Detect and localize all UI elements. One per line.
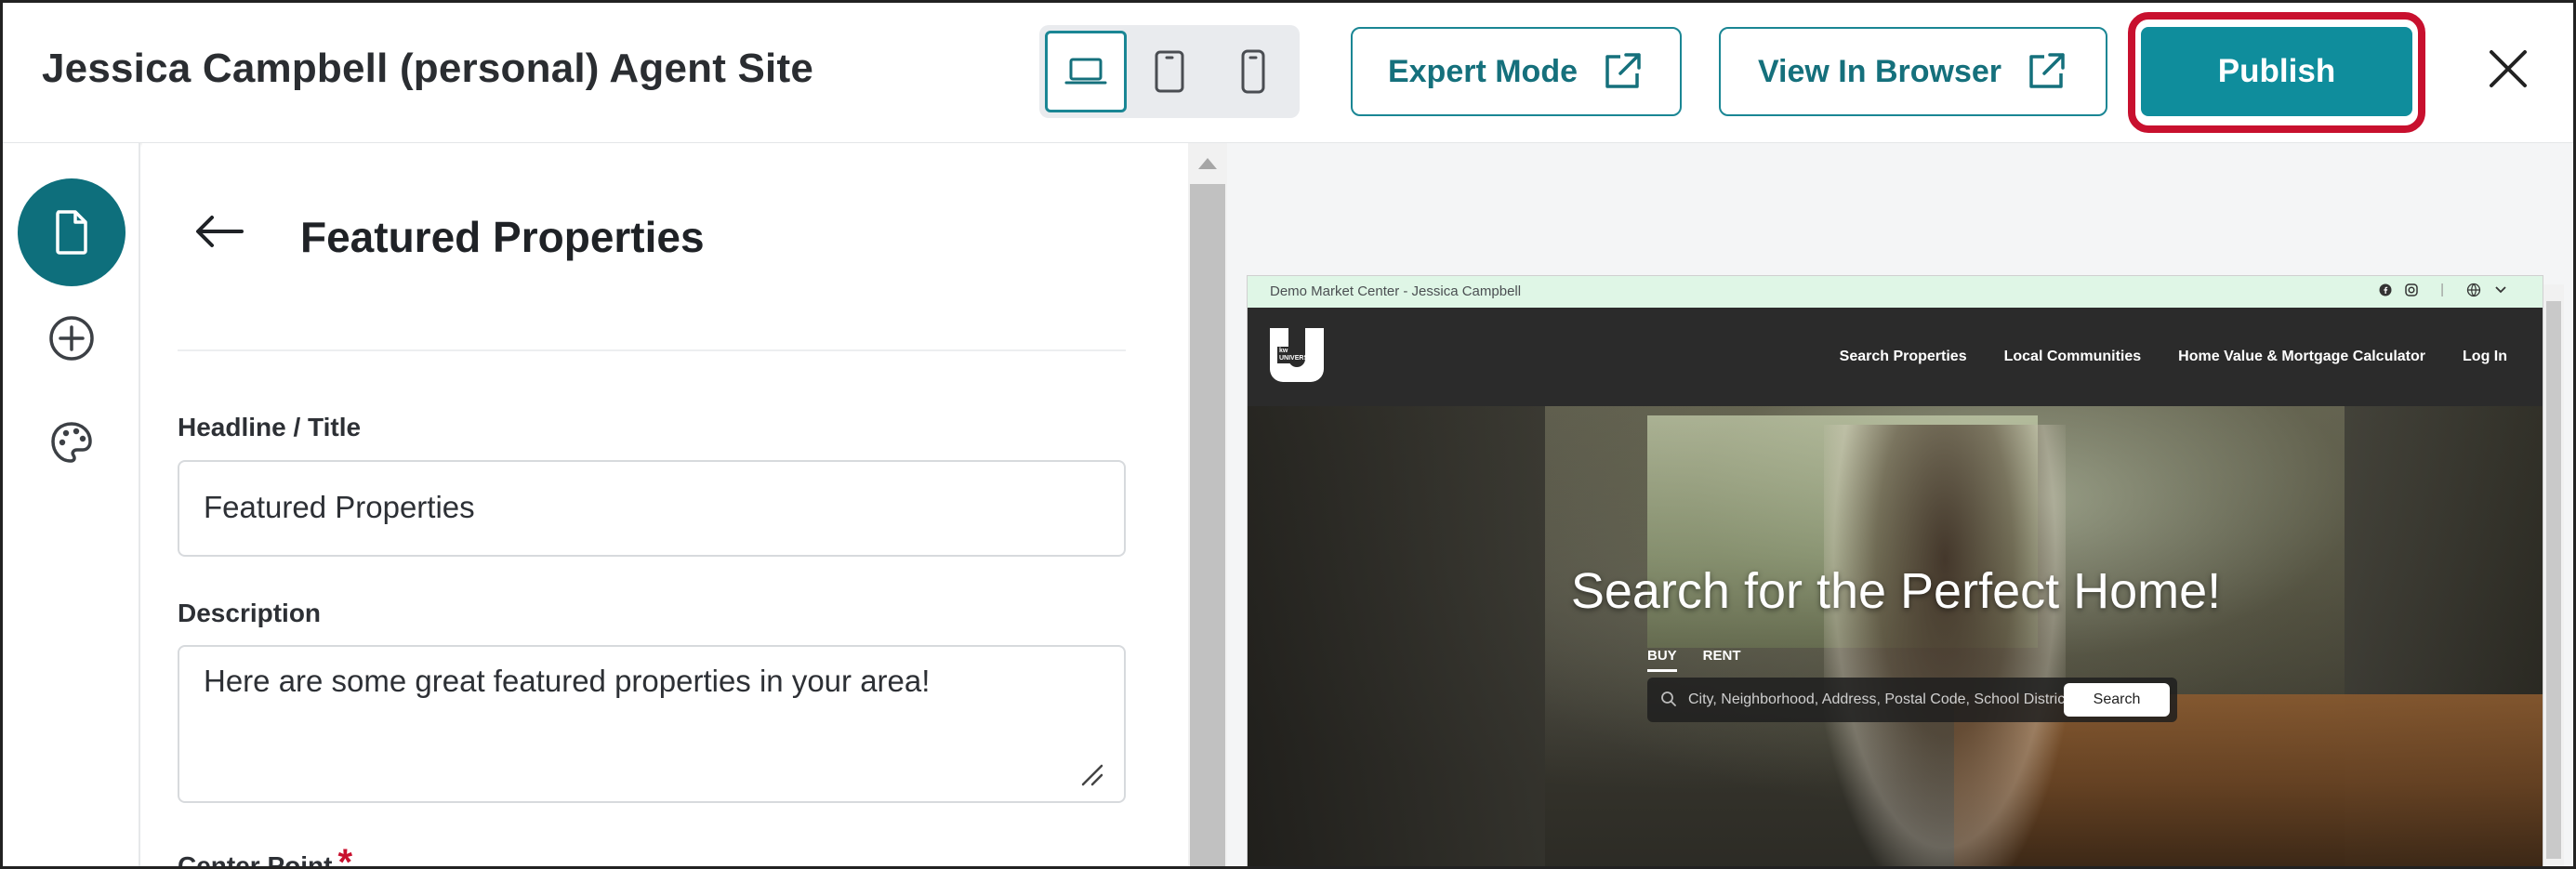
- center-point-text: Center Point: [178, 851, 333, 869]
- tablet-icon: [1155, 50, 1184, 93]
- description-textarea[interactable]: Here are some great featured properties …: [178, 645, 1126, 803]
- tab-buy[interactable]: BUY: [1647, 648, 1677, 672]
- center-point-label: Center Point *: [178, 842, 353, 869]
- desktop-view-button[interactable]: [1045, 31, 1127, 112]
- close-icon: [2490, 50, 2527, 87]
- kw-logo[interactable]: kw UNIVERSITY: [1270, 328, 1324, 382]
- hero-image-people: [1824, 425, 2066, 866]
- divider: [178, 349, 1126, 351]
- expert-mode-label: Expert Mode: [1387, 53, 1579, 89]
- site-preview: Demo Market Center - Jessica Campbell | …: [1247, 275, 2543, 866]
- hero-section: Search for the Perfect Home! BUY RENT Ci…: [1248, 406, 2543, 866]
- view-in-browser-button[interactable]: View In Browser: [1719, 27, 2107, 116]
- panel-title: Featured Properties: [300, 213, 705, 261]
- hero-tabs: BUY RENT: [1647, 648, 1741, 672]
- facebook-icon[interactable]: [2379, 283, 2392, 296]
- close-button[interactable]: [2476, 36, 2541, 101]
- instagram-icon[interactable]: [2405, 283, 2418, 296]
- top-bar: Jessica Campbell (personal) Agent Site E…: [3, 3, 2573, 143]
- market-center-text: Demo Market Center - Jessica Campbell: [1270, 283, 1522, 299]
- palette-icon: [51, 422, 92, 463]
- description-label: Description: [178, 599, 322, 627]
- resize-handle-icon[interactable]: [1079, 762, 1103, 786]
- device-toggle-group: [1039, 25, 1300, 118]
- logo-text: kw UNIVERSITY: [1277, 347, 1319, 363]
- headline-input[interactable]: Featured Properties: [178, 460, 1126, 557]
- external-link-icon: [2029, 53, 2065, 88]
- rail-pages-button[interactable]: [18, 178, 125, 286]
- add-circle-icon: [49, 316, 94, 361]
- site-title: Jessica Campbell (personal) Agent Site: [42, 46, 814, 91]
- editor-scrollbar[interactable]: [1188, 143, 1227, 866]
- nav-local-communities[interactable]: Local Communities: [2004, 349, 2142, 365]
- laptop-icon: [1064, 58, 1107, 85]
- page-icon: [56, 210, 87, 255]
- globe-icon[interactable]: [2466, 283, 2481, 297]
- rail-add-button[interactable]: [18, 284, 125, 392]
- mobile-icon: [1241, 49, 1265, 94]
- arrow-left-icon: [196, 216, 244, 247]
- search-icon: [1661, 691, 1676, 706]
- tab-rent[interactable]: RENT: [1703, 648, 1741, 672]
- hero-search-bar[interactable]: City, Neighborhood, Address, Postal Code…: [1647, 678, 2177, 722]
- nav-log-in[interactable]: Log In: [2463, 349, 2507, 365]
- preview-scrollbar[interactable]: [2543, 284, 2564, 866]
- editor-panel: Featured Properties Headline / Title Fea…: [142, 143, 1188, 869]
- expert-mode-button[interactable]: Expert Mode: [1351, 27, 1682, 116]
- hero-search-button[interactable]: Search: [2064, 683, 2170, 717]
- publish-button[interactable]: Publish: [2141, 27, 2412, 116]
- external-link-icon: [1605, 53, 1641, 88]
- headline-value: Featured Properties: [204, 490, 475, 524]
- required-mark: *: [337, 842, 353, 869]
- preview-menu: Search Properties Local Communities Home…: [1840, 349, 2507, 365]
- preview-nav: kw UNIVERSITY Search Properties Local Co…: [1248, 308, 2543, 406]
- rail-theme-button[interactable]: [18, 388, 125, 496]
- preview-top-right: |: [2379, 282, 2507, 297]
- nav-home-value[interactable]: Home Value & Mortgage Calculator: [2178, 349, 2425, 365]
- left-rail: [3, 143, 140, 866]
- chevron-down-icon[interactable]: [2494, 285, 2507, 295]
- mobile-view-button[interactable]: [1212, 31, 1294, 112]
- hero-image-cabinet-left: [1248, 406, 1545, 866]
- nav-search-properties[interactable]: Search Properties: [1840, 349, 1967, 365]
- separator: |: [2440, 282, 2444, 297]
- view-in-browser-label: View In Browser: [1757, 53, 2002, 89]
- scroll-up-arrow-icon[interactable]: [1198, 158, 1217, 169]
- description-value: Here are some great featured properties …: [204, 664, 931, 698]
- preview-scroll-thumb[interactable]: [2546, 301, 2561, 859]
- tablet-view-button[interactable]: [1129, 31, 1210, 112]
- search-placeholder: City, Neighborhood, Address, Postal Code…: [1688, 691, 2069, 707]
- hero-title: Search for the Perfect Home!: [1570, 563, 2222, 619]
- headline-label: Headline / Title: [178, 413, 362, 441]
- scroll-thumb[interactable]: [1190, 184, 1225, 866]
- preview-top-strip: Demo Market Center - Jessica Campbell |: [1248, 276, 2543, 308]
- back-button[interactable]: [193, 213, 245, 255]
- app-window: Jessica Campbell (personal) Agent Site E…: [0, 0, 2576, 869]
